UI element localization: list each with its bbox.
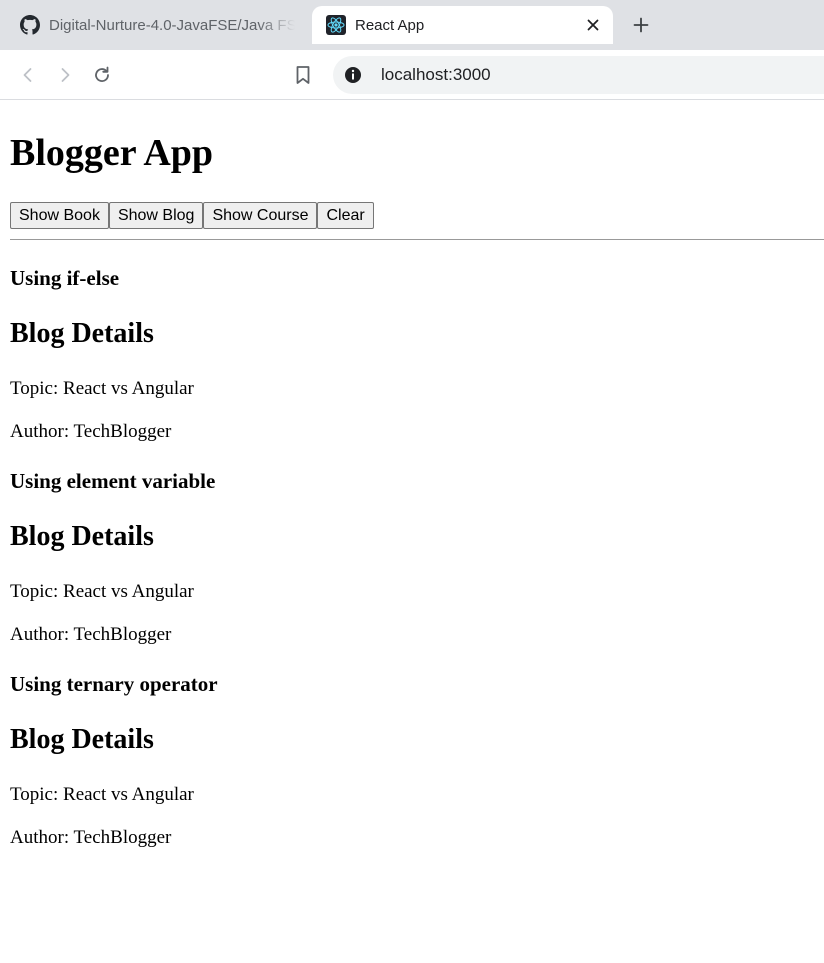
tab-strip: Digital-Nurture-4.0-JavaFSE/Java FSE/ Re… [0,0,824,50]
page-content: Blogger App Show Book Show Blog Show Cou… [0,101,824,963]
blog-author: Author: TechBlogger [10,421,172,442]
section-heading: Using if-else [10,266,120,290]
new-tab-button[interactable] [628,12,654,38]
button-group: Show Book Show Blog Show Course Clear [10,202,814,229]
forward-button[interactable] [52,62,78,88]
address-bar[interactable]: localhost:3000 [333,56,824,94]
section-heading: Using ternary operator [10,672,218,696]
blog-topic: Topic: React vs Angular [10,581,194,602]
tab-github[interactable]: Digital-Nurture-4.0-JavaFSE/Java FSE/ [8,6,306,44]
close-icon[interactable] [583,15,603,35]
bookmark-button[interactable] [290,62,316,88]
reload-button[interactable] [89,62,115,88]
tab-title: Digital-Nurture-4.0-JavaFSE/Java FSE/ [49,16,295,34]
plus-icon [633,17,649,33]
browser-toolbar: localhost:3000 [0,50,824,100]
arrow-left-icon [23,68,32,82]
section-heading: Using element variable [10,469,216,493]
divider [10,239,824,240]
github-icon [20,15,40,35]
url-text: localhost:3000 [381,65,491,84]
blog-topic: Topic: React vs Angular [10,378,194,399]
section-ternary-operator: Using ternary operator Blog Details Topi… [10,671,814,849]
show-blog-button[interactable]: Show Blog [108,202,204,229]
reload-icon [95,66,109,82]
tab-react-app[interactable]: React App [312,6,613,44]
blog-topic: Topic: React vs Angular [10,784,194,805]
info-icon[interactable] [343,65,363,85]
blog-details-title: Blog Details [10,724,154,755]
app-title: Blogger App [10,132,214,174]
section-if-else: Using if-else Blog Details Topic: React … [10,265,814,443]
blog-details-title: Blog Details [10,318,154,349]
show-course-button[interactable]: Show Course [203,202,318,229]
react-icon [326,15,346,35]
clear-button[interactable]: Clear [317,202,374,229]
blog-author: Author: TechBlogger [10,827,172,848]
section-element-variable: Using element variable Blog Details Topi… [10,468,814,646]
blog-author: Author: TechBlogger [10,624,172,645]
tab-title: React App [355,16,425,34]
arrow-right-icon [61,68,70,82]
show-book-button[interactable]: Show Book [10,202,109,229]
back-button[interactable] [15,62,41,88]
blog-details-title: Blog Details [10,521,154,552]
bookmark-icon [296,66,310,84]
